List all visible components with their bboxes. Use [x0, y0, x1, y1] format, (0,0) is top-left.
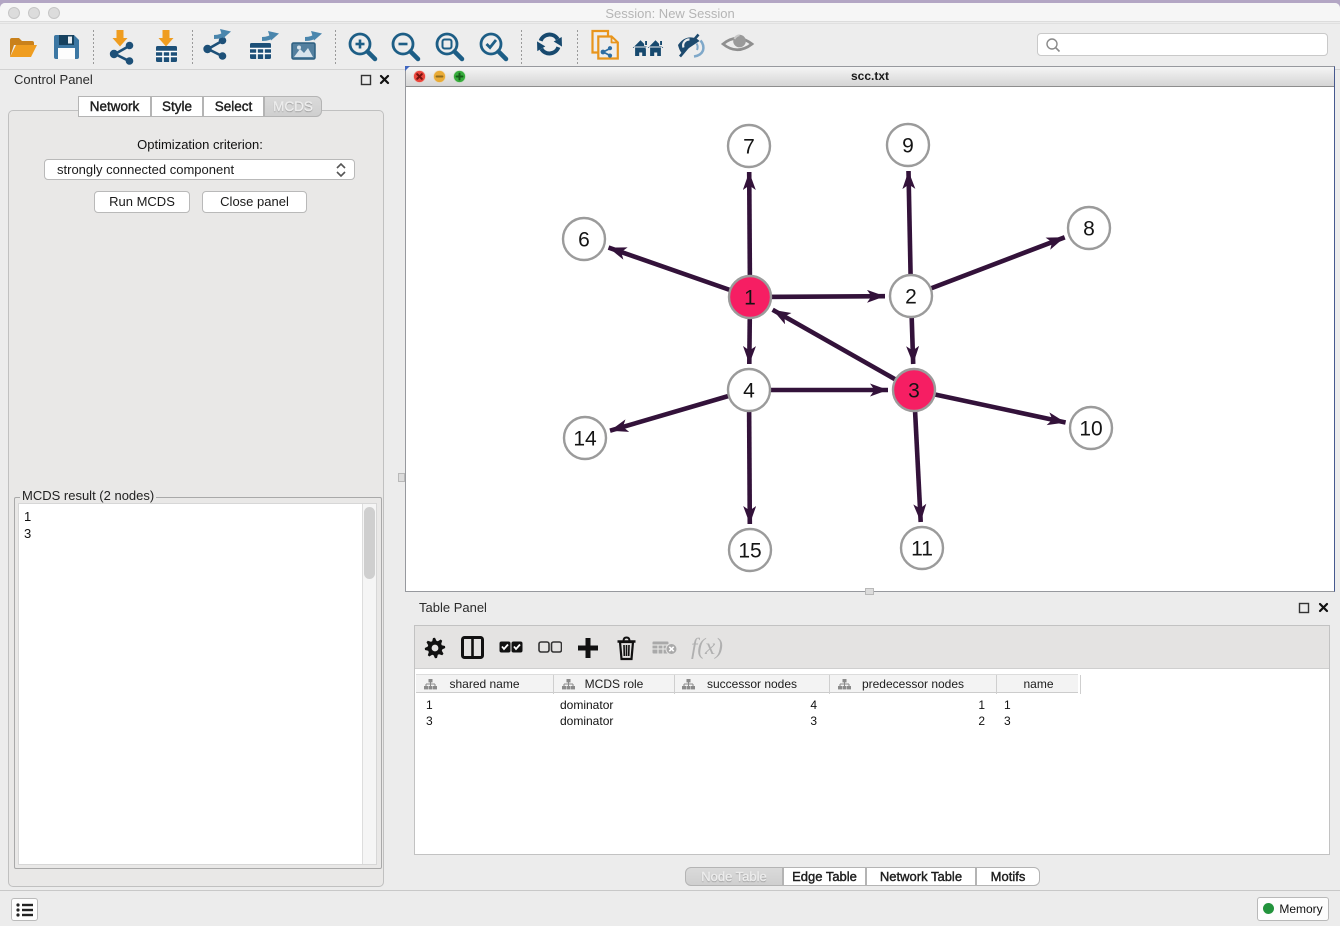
svg-text:3: 3 [908, 380, 920, 403]
svg-text:14: 14 [573, 428, 597, 451]
svg-text:1: 1 [744, 287, 756, 310]
svg-text:9: 9 [902, 135, 914, 158]
svg-text:7: 7 [743, 136, 755, 159]
svg-text:10: 10 [1079, 418, 1102, 441]
svg-text:8: 8 [1083, 218, 1095, 241]
svg-text:4: 4 [743, 380, 755, 403]
svg-text:11: 11 [911, 538, 933, 561]
svg-text:15: 15 [738, 540, 761, 563]
svg-text:2: 2 [905, 286, 917, 309]
svg-text:6: 6 [578, 229, 590, 252]
